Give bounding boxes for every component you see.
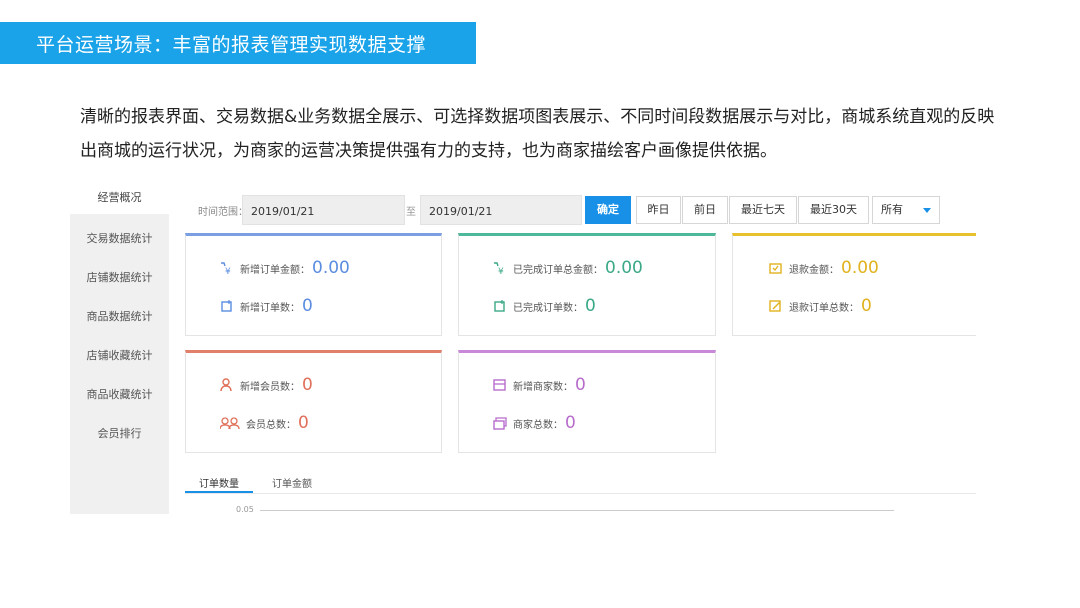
yesterday-button[interactable]: 昨日 [636, 196, 681, 224]
completed-count-icon [493, 298, 507, 312]
card-value: 0 [302, 375, 313, 395]
card-label: 已完成订单数： [513, 303, 583, 314]
card-members: 新增会员数： 0 会员总数： 0 [185, 350, 442, 453]
card-row: 新增会员数： 0 [220, 375, 313, 395]
scope-select[interactable]: 所有 [872, 196, 940, 224]
title-banner: 平台运营场景：丰富的报表管理实现数据支撑 [0, 22, 476, 64]
tab-active-indicator [185, 491, 253, 493]
svg-text:¥: ¥ [498, 267, 504, 275]
card-value: 0 [585, 296, 596, 316]
card-label: 商家总数： [513, 420, 563, 431]
tab-divider [185, 493, 976, 494]
new-merchant-icon [493, 377, 507, 391]
card-row: 退款金额： 0.00 [769, 258, 879, 278]
card-value: 0 [298, 413, 309, 433]
card-row: 新增订单数： 0 [220, 296, 313, 316]
card-label: 已完成订单总金额： [513, 265, 603, 276]
card-row: 退款订单总数： 0 [769, 296, 872, 316]
new-order-amount-icon: ¥ [220, 260, 234, 277]
card-label: 退款订单总数： [789, 303, 859, 314]
sidebar-item-shop-fav-stats[interactable]: 店铺收藏统计 [70, 347, 169, 363]
sidebar-item-shop-stats[interactable]: 店铺数据统计 [70, 269, 169, 285]
card-refunds: 退款金额： 0.00 退款订单总数： 0 [732, 233, 976, 336]
card-label: 新增订单金额： [240, 265, 310, 276]
completed-amount-icon: ¥ [493, 260, 507, 277]
card-label: 新增订单数： [240, 303, 300, 314]
report-screenshot: 经营概况 交易数据统计 店铺数据统计 商品数据统计 店铺收藏统计 商品收藏统计 … [70, 178, 976, 514]
new-member-icon [220, 377, 234, 392]
intro-paragraph: 清晰的报表界面、交易数据&业务数据全展示、可选择数据项图表展示、不同时间段数据展… [80, 107, 995, 161]
to-label: 至 [406, 207, 416, 218]
chevron-down-icon [923, 208, 931, 213]
chart-gridline [260, 510, 894, 511]
card-label: 新增商家数： [513, 382, 573, 393]
card-value: 0.00 [841, 258, 879, 278]
card-new-orders: ¥ 新增订单金额： 0.00 新增订单数： 0 [185, 233, 442, 336]
card-label: 退款金额： [789, 265, 839, 276]
card-row: 新增商家数： 0 [493, 375, 586, 395]
card-merchants: 新增商家数： 0 商家总数： 0 [458, 350, 716, 453]
refund-amount-icon [769, 260, 783, 274]
card-row: 会员总数： 0 [219, 413, 309, 433]
sidebar-item-product-stats[interactable]: 商品数据统计 [70, 308, 169, 324]
card-value: 0.00 [312, 258, 350, 278]
start-date-input[interactable]: 2019/01/21 [242, 195, 405, 225]
card-row: ¥ 新增订单金额： 0.00 [220, 258, 350, 278]
sidebar-item-product-fav-stats[interactable]: 商品收藏统计 [70, 386, 169, 402]
sidebar: 经营概况 交易数据统计 店铺数据统计 商品数据统计 店铺收藏统计 商品收藏统计 … [70, 178, 169, 514]
card-row: 已完成订单数： 0 [493, 296, 596, 316]
slide-title: 平台运营场景：丰富的报表管理实现数据支撑 [36, 34, 427, 56]
member-total-icon [219, 415, 240, 430]
last-30-days-button[interactable]: 最近30天 [798, 196, 869, 224]
merchant-total-icon [493, 415, 507, 430]
new-order-count-icon [220, 298, 234, 312]
last-7-days-button[interactable]: 最近七天 [729, 196, 797, 224]
tab-order-amount[interactable]: 订单金额 [272, 475, 312, 490]
confirm-button[interactable]: 确定 [585, 196, 631, 224]
sidebar-item-overview[interactable]: 经营概况 [70, 178, 169, 214]
card-value: 0 [302, 296, 313, 316]
tab-order-count[interactable]: 订单数量 [199, 475, 239, 490]
card-row: ¥ 已完成订单总金额： 0.00 [493, 258, 643, 278]
chart-y-tick: 0.05 [236, 505, 254, 514]
card-value: 0 [861, 296, 872, 316]
card-label: 会员总数： [246, 420, 296, 431]
refund-count-icon [769, 298, 783, 312]
card-row: 商家总数： 0 [493, 413, 576, 433]
card-value: 0 [565, 413, 576, 433]
card-value: 0.00 [605, 258, 643, 278]
time-range-label: 时间范围： [198, 207, 248, 218]
sidebar-item-trade-stats[interactable]: 交易数据统计 [70, 230, 169, 246]
svg-text:¥: ¥ [225, 267, 231, 275]
sidebar-item-member-ranking[interactable]: 会员排行 [70, 425, 169, 441]
card-completed-orders: ¥ 已完成订单总金额： 0.00 已完成订单数： 0 [458, 233, 716, 336]
day-before-button[interactable]: 前日 [682, 196, 728, 224]
end-date-input[interactable]: 2019/01/21 [420, 195, 582, 225]
card-value: 0 [575, 375, 586, 395]
card-label: 新增会员数： [240, 382, 300, 393]
scope-select-value: 所有 [881, 203, 903, 216]
